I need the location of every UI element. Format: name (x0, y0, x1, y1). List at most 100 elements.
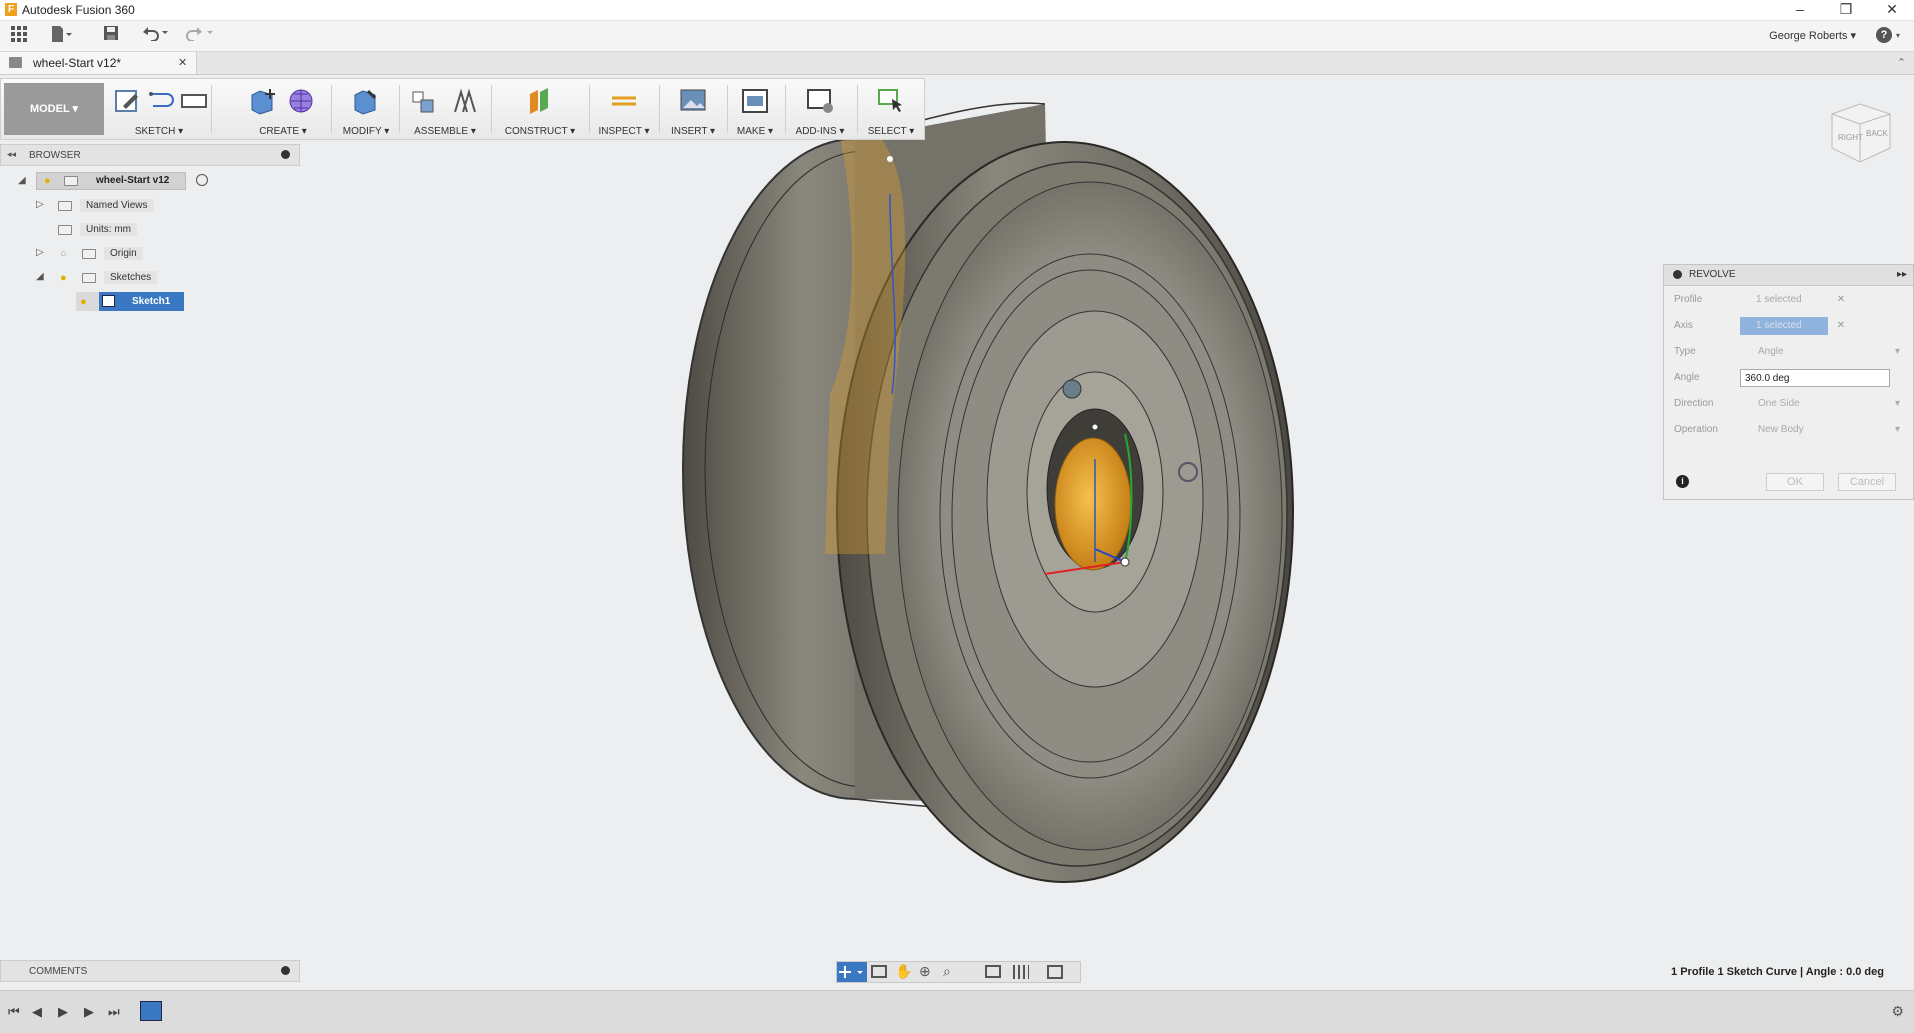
undo-icon[interactable] (140, 25, 168, 47)
comments-pin-icon[interactable] (281, 966, 290, 975)
create-group[interactable]: CREATE ▾ (243, 79, 323, 139)
axis-selector[interactable]: 1 selected ✕ (1740, 317, 1890, 335)
clear-selection-icon[interactable]: ✕ (1837, 320, 1845, 331)
expand-arrow-icon[interactable]: ▷ (36, 247, 44, 258)
close-window-button[interactable]: ✕ (1872, 0, 1912, 20)
sketch-group[interactable]: SKETCH ▾ (109, 79, 209, 139)
collapse-tabs-icon[interactable]: ⌃ (1897, 56, 1906, 69)
tree-item-sketches[interactable]: ◢ ● Sketches (0, 268, 300, 288)
select-menu[interactable]: SELECT ▾ (859, 126, 923, 137)
toolbar-divider (659, 85, 660, 133)
type-dropdown[interactable]: Angle ▾ (1740, 343, 1900, 361)
close-tab-icon[interactable]: ✕ (178, 56, 187, 69)
angle-label: Angle (1674, 372, 1700, 383)
construct-group[interactable]: CONSTRUCT ▾ (495, 79, 585, 139)
help-dropdown-icon[interactable]: ▾ (1896, 31, 1900, 40)
angle-row: Angle 360.0 deg (1664, 365, 1913, 391)
create-menu[interactable]: CREATE ▾ (243, 126, 323, 137)
step-back-icon[interactable]: ◀ (32, 1004, 42, 1020)
revolve-dialog-header[interactable]: REVOLVE ▸▸ (1664, 265, 1913, 286)
browser-panel-header[interactable]: ◂◂ BROWSER (0, 144, 300, 166)
tree-item-root[interactable]: ◢ ● wheel-Start v12 (0, 172, 300, 192)
visibility-bulb-icon[interactable]: ● (60, 272, 70, 284)
modify-menu[interactable]: MODIFY ▾ (336, 126, 396, 137)
go-to-start-icon[interactable]: ⏮ (8, 1004, 20, 1020)
comments-panel-header[interactable]: COMMENTS (0, 960, 300, 982)
inspect-menu[interactable]: INSPECT ▾ (593, 126, 655, 137)
save-icon[interactable] (100, 25, 122, 47)
direction-row: Direction One Side ▾ (1664, 391, 1913, 417)
pan-hand-icon[interactable]: ✋ (895, 963, 912, 980)
zoom-icon[interactable]: ⊕ (919, 963, 931, 980)
viewcube[interactable]: RIGHT BACK (1826, 100, 1896, 166)
inspect-group[interactable]: INSPECT ▾ (593, 79, 655, 139)
display-settings-icon[interactable] (985, 965, 1001, 978)
file-menu-icon[interactable] (50, 25, 72, 47)
restore-button[interactable]: ❐ (1826, 0, 1866, 20)
visibility-bulb-icon[interactable]: ○ (60, 248, 70, 260)
expand-arrow-icon[interactable]: ▷ (36, 199, 44, 210)
direction-dropdown[interactable]: One Side ▾ (1740, 395, 1900, 413)
tree-item-named-views[interactable]: ▷ Named Views (0, 196, 300, 216)
tree-item-origin[interactable]: ▷ ○ Origin (0, 244, 300, 264)
insert-group[interactable]: INSERT ▾ (663, 79, 723, 139)
play-icon[interactable]: ▶ (58, 1004, 68, 1020)
collapse-arrow-icon[interactable]: ◢ (36, 271, 44, 282)
hub-profile-highlight (1054, 437, 1132, 571)
viewcube-back-face: BACK (1866, 129, 1888, 138)
timeline-sketch-feature-icon[interactable] (140, 1001, 162, 1021)
add-ins-menu[interactable]: ADD-INS ▾ (787, 126, 853, 137)
browser-pin-icon[interactable] (281, 150, 290, 159)
make-menu[interactable]: MAKE ▾ (729, 126, 781, 137)
insert-menu[interactable]: INSERT ▾ (663, 126, 723, 137)
viewports-icon[interactable] (1047, 965, 1063, 979)
ok-button[interactable]: OK (1766, 473, 1824, 491)
tree-item-sketch1[interactable]: ● Sketch1 (0, 292, 300, 312)
sketch-menu[interactable]: SKETCH ▾ (109, 126, 209, 137)
look-at-icon[interactable] (871, 965, 887, 978)
dialog-pin-icon[interactable] (1673, 270, 1682, 279)
cancel-button[interactable]: Cancel (1838, 473, 1896, 491)
visibility-bulb-icon[interactable]: ● (44, 175, 54, 187)
step-forward-icon[interactable]: ▶ (84, 1004, 94, 1020)
assemble-menu[interactable]: ASSEMBLE ▾ (403, 126, 487, 137)
go-to-end-icon[interactable]: ⏭ (108, 1004, 120, 1020)
add-ins-group[interactable]: ADD-INS ▾ (787, 79, 853, 139)
toolbar-divider (491, 85, 492, 133)
profile-selector[interactable]: 1 selected ✕ (1740, 291, 1890, 309)
data-panel-grid-icon[interactable] (8, 25, 30, 47)
clear-selection-icon[interactable]: ✕ (1837, 294, 1845, 305)
orbit-icon[interactable] (837, 962, 867, 982)
collapse-browser-icon[interactable]: ◂◂ (7, 149, 16, 160)
tree-item-label: Sketches (104, 271, 158, 284)
activate-radio-icon[interactable] (196, 174, 208, 186)
construct-menu[interactable]: CONSTRUCT ▾ (495, 126, 585, 137)
info-icon[interactable]: i (1676, 475, 1689, 488)
tree-item-units[interactable]: Units: mm (0, 220, 300, 240)
select-group[interactable]: SELECT ▾ (859, 79, 923, 139)
toolbar-divider (331, 85, 332, 133)
visibility-bulb-icon[interactable]: ● (80, 296, 90, 308)
operation-dropdown[interactable]: New Body ▾ (1740, 421, 1900, 439)
help-icon[interactable]: ? (1876, 27, 1892, 43)
fit-zoom-icon[interactable]: ⌕ (943, 963, 951, 980)
3d-viewport-canvas[interactable] (300, 74, 1914, 990)
workspace-switcher[interactable]: MODEL ▾ (4, 83, 104, 135)
tree-item-label: Sketch1 (132, 296, 171, 307)
document-tab[interactable]: wheel-Start v12* ✕ (0, 52, 197, 74)
collapse-arrow-icon[interactable]: ◢ (18, 175, 26, 186)
toolbar-divider (727, 85, 728, 133)
timeline-settings-gear-icon[interactable]: ⚙ (1891, 1003, 1904, 1020)
minimize-button[interactable]: – (1780, 0, 1820, 20)
main-toolbar: MODEL ▾ SKETCH ▾ CREATE ▾ MODIFY ▾ ASSEM… (0, 78, 925, 140)
grid-settings-icon[interactable] (1013, 965, 1029, 979)
expand-dialog-icon[interactable]: ▸▸ (1897, 269, 1907, 280)
chevron-down-icon: ▾ (1894, 346, 1900, 357)
angle-input[interactable]: 360.0 deg (1740, 369, 1890, 387)
user-account-menu[interactable]: George Roberts ▾ (1769, 29, 1856, 42)
make-group[interactable]: MAKE ▾ (729, 79, 781, 139)
assemble-group[interactable]: ASSEMBLE ▾ (403, 79, 487, 139)
tree-item-label: Origin (104, 247, 143, 260)
redo-icon[interactable] (185, 25, 213, 47)
modify-group[interactable]: MODIFY ▾ (336, 79, 396, 139)
